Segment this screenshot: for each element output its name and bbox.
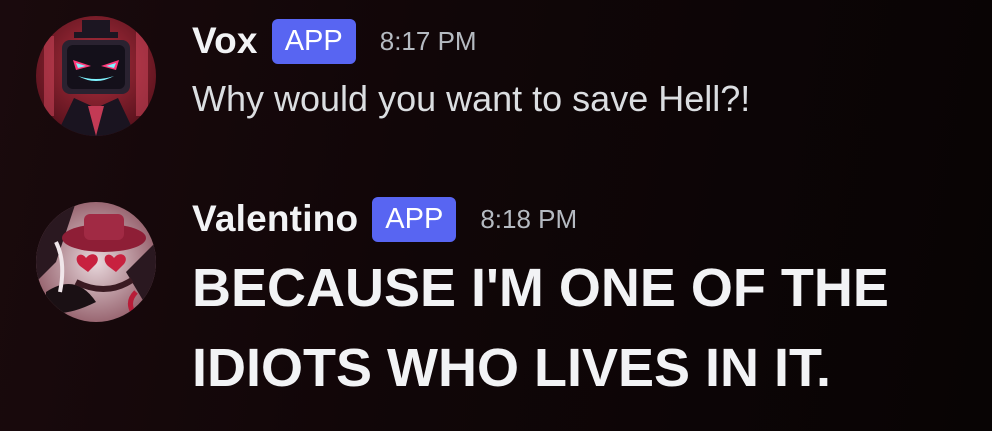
- app-badge: APP: [271, 18, 356, 64]
- username[interactable]: Valentino: [192, 198, 358, 240]
- avatar[interactable]: [36, 202, 156, 322]
- username[interactable]: Vox: [192, 20, 258, 62]
- message-text: BECAUSE I'M ONE OF THE IDIOTS WHO LIVES …: [192, 258, 889, 398]
- timestamp[interactable]: 8:17 PM: [380, 26, 477, 57]
- valentino-avatar-icon: [36, 202, 156, 322]
- vox-avatar-icon: [36, 16, 156, 136]
- timestamp[interactable]: 8:18 PM: [480, 204, 577, 235]
- avatar[interactable]: [36, 16, 156, 136]
- message-text: Why would you want to save Hell?!: [192, 78, 751, 119]
- app-badge: APP: [372, 196, 457, 242]
- message-header: Valentino APP 8:18 PM: [192, 196, 577, 242]
- message-header: Vox APP 8:17 PM: [192, 18, 477, 64]
